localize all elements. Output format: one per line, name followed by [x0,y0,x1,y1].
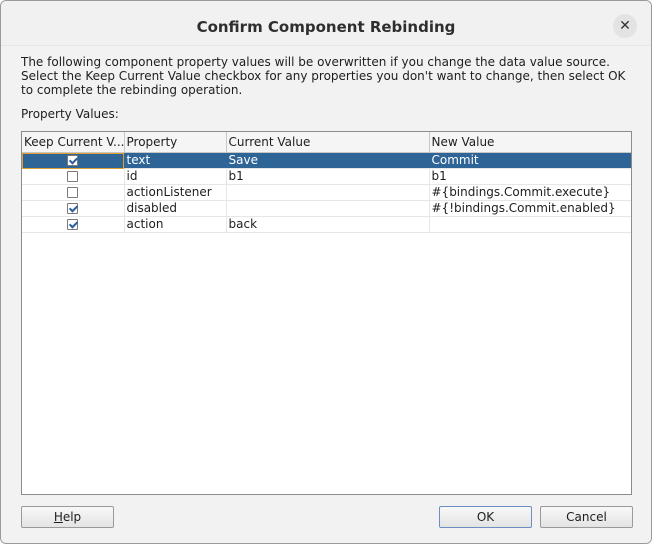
keep-current-cell[interactable] [22,216,125,233]
new-value-cell[interactable]: b1 [429,168,631,185]
description-text: The following component property values … [21,55,626,97]
table-body: text Save Commit id b1 b1 actionListener #{bind… [22,152,631,233]
current-value-cell[interactable]: Save [226,152,430,169]
table-row[interactable]: disabled #{!bindings.Commit.enabled} [22,200,631,217]
confirm-rebinding-dialog: Confirm Component Rebinding ✕ The follow… [0,0,652,544]
current-value-cell[interactable] [226,200,430,217]
title-bar: Confirm Component Rebinding ✕ [1,1,651,46]
property-cell[interactable]: disabled [124,200,227,217]
table-row[interactable]: text Save Commit [22,152,631,169]
current-value-cell[interactable]: b1 [226,168,430,185]
keep-current-cell[interactable] [22,152,125,169]
new-value-cell[interactable]: Commit [429,152,631,169]
close-icon: ✕ [619,18,631,34]
property-cell[interactable]: id [124,168,227,185]
keep-current-checkbox[interactable] [67,171,79,182]
column-header-keep-current[interactable]: Keep Current V... [22,132,125,153]
close-button[interactable]: ✕ [613,14,637,38]
new-value-cell[interactable] [429,216,631,233]
keep-current-checkbox[interactable] [67,219,79,230]
column-header-property[interactable]: Property [124,132,227,153]
table-row[interactable]: id b1 b1 [22,168,631,185]
table-row[interactable]: actionListener #{bindings.Commit.execute} [22,184,631,201]
property-cell[interactable]: action [124,216,227,233]
keep-current-checkbox[interactable] [67,155,79,166]
column-header-current-value[interactable]: Current Value [226,132,430,153]
table-header-row: Keep Current V... Property Current Value… [22,132,631,153]
keep-current-checkbox[interactable] [67,203,79,214]
keep-current-checkbox[interactable] [67,187,79,198]
current-value-cell[interactable] [226,184,430,201]
property-values-label: Property Values: [21,107,119,121]
new-value-cell[interactable]: #{!bindings.Commit.enabled} [429,200,631,217]
property-values-table[interactable]: Keep Current V... Property Current Value… [21,131,632,495]
keep-current-cell[interactable] [22,184,125,201]
current-value-cell[interactable]: back [226,216,430,233]
new-value-cell[interactable]: #{bindings.Commit.execute} [429,184,631,201]
dialog-title: Confirm Component Rebinding [196,18,456,36]
table-row[interactable]: action back [22,216,631,233]
column-header-new-value[interactable]: New Value [429,132,631,153]
cancel-button[interactable]: Cancel [540,506,633,528]
property-cell[interactable]: text [124,152,227,169]
keep-current-cell[interactable] [22,200,125,217]
keep-current-cell[interactable] [22,168,125,185]
help-mnemonic: H [53,510,63,524]
dialog-content: The following component property values … [1,46,651,543]
help-button[interactable]: Help [21,506,114,528]
help-label-rest: elp [62,510,82,524]
property-cell[interactable]: actionListener [124,184,227,201]
ok-button[interactable]: OK [439,506,532,528]
